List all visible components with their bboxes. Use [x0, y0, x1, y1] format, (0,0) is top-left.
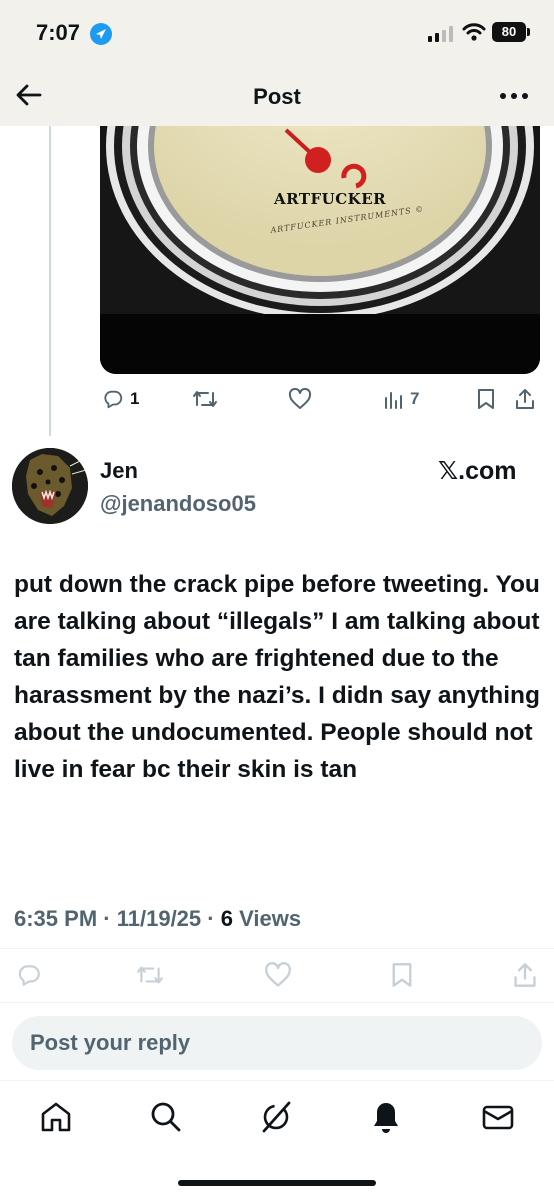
heart-icon	[288, 388, 312, 409]
reply-input[interactable]: Post your reply	[12, 1016, 542, 1070]
home-icon[interactable]	[38, 1099, 74, 1135]
cellular-signal-icon	[428, 26, 453, 42]
tweet-date: 11/19/25	[116, 906, 202, 931]
page-title: Post	[253, 84, 301, 109]
post-media-image[interactable]: ARTFUCKER ARTFUCKER INSTRUMENTS ©	[100, 126, 540, 374]
divider	[0, 948, 554, 949]
parent-views-count: 7	[410, 389, 420, 408]
repost-icon	[137, 966, 163, 984]
avatar[interactable]	[12, 448, 88, 524]
tweet-meta: 6:35 PM · 11/19/25 · 6 Views	[14, 906, 301, 932]
battery-icon: 80	[492, 22, 526, 42]
repost-icon	[193, 391, 217, 407]
heart-icon	[265, 962, 291, 987]
location-arrow-icon	[90, 23, 112, 45]
notifications-bell-icon[interactable]	[368, 1099, 404, 1135]
messages-envelope-icon[interactable]	[480, 1099, 516, 1135]
parent-like-button[interactable]	[288, 388, 312, 410]
wifi-icon	[462, 23, 486, 41]
tweet-views-count[interactable]: 6	[221, 906, 233, 931]
meta-separator: ·	[207, 906, 221, 931]
search-icon[interactable]	[148, 1099, 184, 1135]
views-chart-icon	[385, 392, 402, 409]
status-bar: 7:07 80	[0, 0, 554, 62]
parent-share-button[interactable]	[514, 388, 536, 410]
media-dark-band	[100, 314, 540, 374]
grok-icon[interactable]	[258, 1099, 294, 1135]
reply-button[interactable]	[16, 962, 42, 988]
parent-actions: 1 7	[0, 386, 554, 416]
leopard-avatar-image	[12, 448, 88, 524]
author-handle[interactable]: @jenandoso05	[100, 491, 256, 517]
tweet-time: 6:35 PM	[14, 906, 98, 931]
parent-reply-count: 1	[130, 389, 140, 408]
share-icon	[516, 389, 534, 409]
reply-icon	[104, 390, 123, 409]
parent-reply-button[interactable]: 1	[102, 388, 139, 410]
reply-icon	[18, 965, 40, 986]
parent-repost-button[interactable]	[192, 388, 218, 410]
tweet-views-label[interactable]: Views	[239, 906, 301, 931]
like-button[interactable]	[264, 962, 292, 988]
bookmark-icon	[392, 963, 412, 987]
home-indicator	[178, 1180, 376, 1186]
x-com-label: 𝕏.com	[438, 457, 517, 485]
reply-placeholder: Post your reply	[30, 1030, 191, 1055]
more-options-icon[interactable]	[498, 84, 530, 108]
nav-bar: Post	[0, 62, 554, 126]
meta-separator: ·	[103, 906, 117, 931]
status-time: 7:07	[36, 20, 81, 45]
bookmark-icon	[478, 389, 494, 409]
repost-button[interactable]	[136, 962, 164, 988]
gauge-brand-label: ARTFUCKER	[274, 190, 387, 208]
share-button[interactable]	[512, 962, 538, 988]
author-name[interactable]: Jen	[100, 458, 138, 484]
share-icon	[514, 963, 536, 987]
divider	[0, 1002, 554, 1003]
parent-views-button[interactable]: 7	[384, 388, 419, 410]
tweet-actions	[0, 960, 554, 990]
bookmark-button[interactable]	[390, 962, 414, 988]
parent-bookmark-button[interactable]	[476, 388, 496, 410]
tweet-text: put down the crack pipe before tweeting.…	[14, 571, 540, 783]
battery-cap	[527, 28, 530, 36]
